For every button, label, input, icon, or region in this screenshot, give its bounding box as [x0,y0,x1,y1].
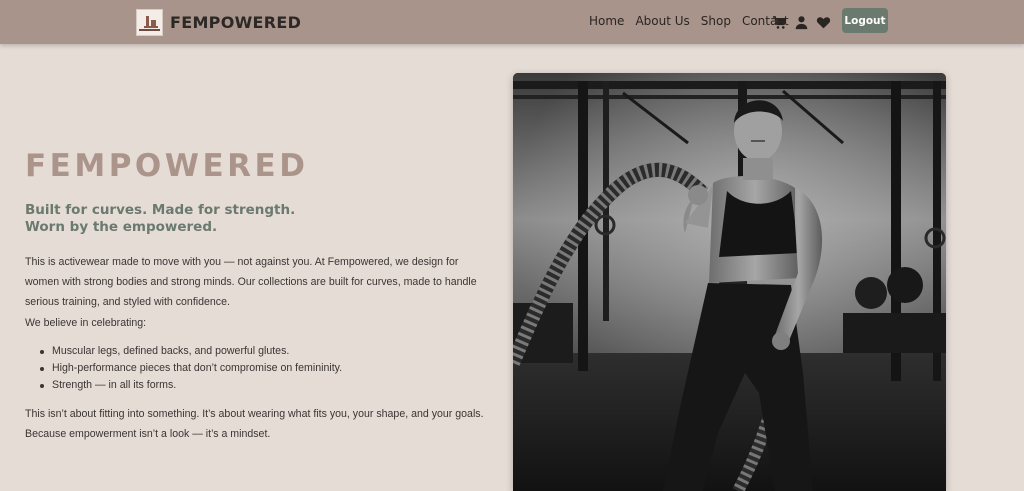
hero-tagline: Built for curves. Made for strength. Wor… [25,202,445,236]
tagline-line-1: Built for curves. Made for strength. [25,202,296,218]
nav-icons [772,14,831,30]
cart-icon[interactable] [772,15,787,30]
hero-title: FEMPOWERED [25,148,309,184]
nav-home[interactable]: Home [589,14,624,28]
nav-about-us[interactable]: About Us [635,14,689,28]
belief-list: Muscular legs, defined backs, and powerf… [38,343,488,394]
user-icon[interactable] [794,15,809,30]
heart-icon[interactable] [816,15,831,30]
list-item: Strength — in all its forms. [38,377,488,394]
brand-link[interactable]: FEMPOWERED [136,8,301,36]
hero-image [513,73,946,491]
intro-paragraph: This is activewear made to move with you… [25,256,477,308]
belief-paragraph: We believe in celebrating: [25,317,147,329]
navbar: FEMPOWERED Home About Us Shop Contact Lo… [0,0,1024,44]
list-item: Muscular legs, defined backs, and powerf… [38,343,488,360]
list-item: High-performance pieces that don’t compr… [38,360,488,377]
logout-button[interactable]: Logout [842,8,888,33]
nav-shop[interactable]: Shop [701,14,731,28]
main-nav: Home About Us Shop Contact [589,14,800,28]
brand-name: FEMPOWERED [170,12,302,32]
athlete-battle-ropes-photo [513,73,946,491]
closing-paragraph: This isn’t about fitting into something.… [25,408,484,440]
fempowered-logo [136,8,163,36]
tagline-line-2: Worn by the empowered. [25,219,218,235]
